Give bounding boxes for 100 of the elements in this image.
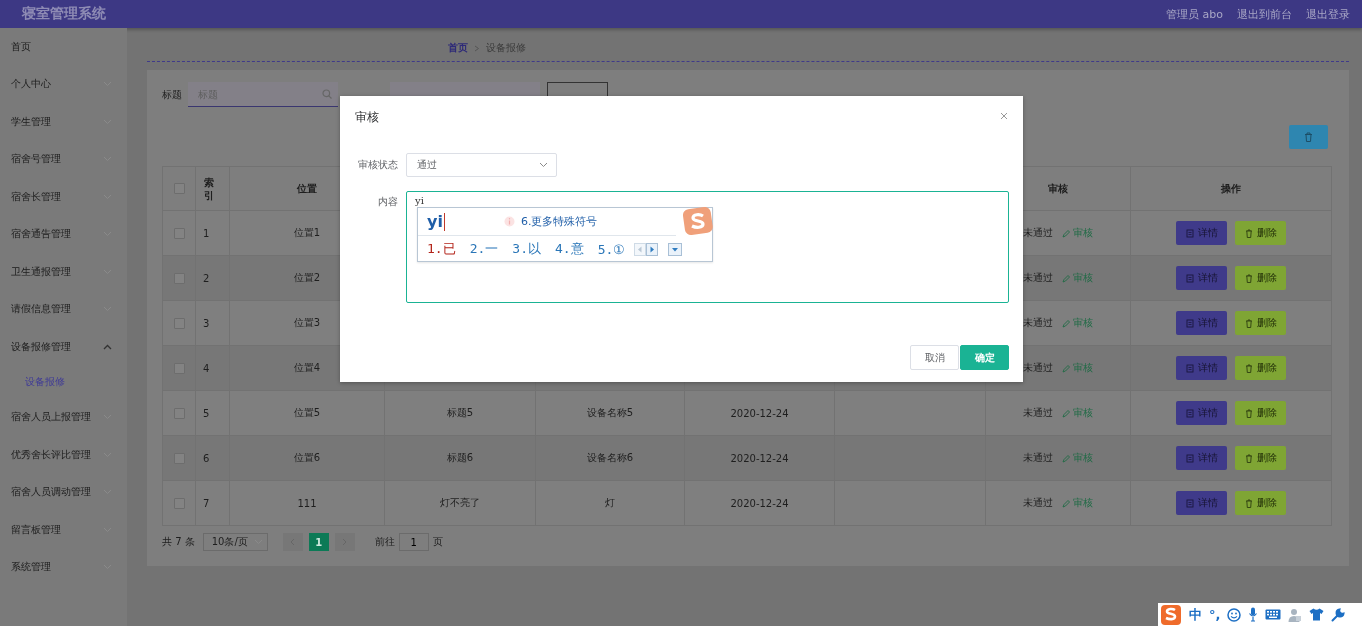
page-button[interactable]: 1 bbox=[308, 533, 329, 551]
document-icon bbox=[1185, 273, 1194, 283]
delete-button[interactable] bbox=[1289, 125, 1328, 149]
table-cell: 设备名称5 bbox=[586, 407, 634, 418]
previous-page-button[interactable] bbox=[282, 533, 303, 551]
sidebar-item[interactable]: 系统管理 bbox=[0, 548, 127, 586]
trash-icon bbox=[1244, 408, 1253, 418]
page-size-select[interactable]: 10条/页 bbox=[202, 533, 268, 551]
table-cell: 3 bbox=[203, 317, 210, 329]
smiley-icon[interactable] bbox=[1227, 607, 1242, 622]
delete-button[interactable]: 删除 bbox=[1235, 446, 1286, 470]
document-icon bbox=[1185, 228, 1194, 238]
next-page-button[interactable] bbox=[334, 533, 355, 551]
sidebar-item[interactable]: 宿舍人员调动管理 bbox=[0, 473, 127, 511]
table-cell: 1 bbox=[203, 227, 210, 239]
document-icon bbox=[1185, 408, 1194, 418]
column-header: 操作 bbox=[1221, 182, 1241, 194]
page-unit: 页 bbox=[432, 535, 443, 549]
trash-icon bbox=[1244, 453, 1253, 463]
delete-button[interactable]: 删除 bbox=[1235, 221, 1286, 245]
table-cell: 2020-12-24 bbox=[730, 407, 789, 419]
user-icon[interactable] bbox=[1288, 607, 1303, 622]
delete-button[interactable]: 删除 bbox=[1235, 356, 1286, 380]
shirt-icon[interactable] bbox=[1309, 608, 1325, 621]
input-mode-toggle[interactable]: 中 bbox=[1189, 605, 1202, 624]
delete-button[interactable]: 删除 bbox=[1235, 401, 1286, 425]
trash-icon bbox=[1244, 228, 1253, 238]
status-text: 未通过 bbox=[1023, 226, 1053, 240]
status-text: 未通过 bbox=[1023, 451, 1053, 465]
table-cell: 2020-12-24 bbox=[730, 452, 789, 464]
breadcrumb-link[interactable]: 首页 bbox=[448, 41, 468, 55]
sidebar-item[interactable]: 首页 bbox=[0, 28, 127, 66]
sidebar-item[interactable]: 优秀舍长评比管理 bbox=[0, 436, 127, 474]
sidebar-item[interactable]: 个人中心 bbox=[0, 65, 127, 103]
trash-icon bbox=[1244, 363, 1253, 373]
table-cell: 位置4 bbox=[293, 362, 321, 373]
field-label: 审核状态 bbox=[357, 158, 398, 172]
hint-text: 6.更多特殊符号 bbox=[520, 214, 598, 229]
dropdown-icon[interactable] bbox=[668, 242, 683, 256]
document-icon bbox=[1185, 498, 1194, 508]
column-header: 索引 bbox=[204, 175, 214, 202]
table-cell: 2 bbox=[203, 272, 210, 284]
delete-button[interactable]: 删除 bbox=[1235, 266, 1286, 290]
sidebar-item[interactable]: 宿舍人员上报管理 bbox=[0, 398, 127, 436]
close-icon[interactable] bbox=[1000, 112, 1008, 120]
edit-icon bbox=[1062, 408, 1070, 418]
page-input[interactable]: 1 bbox=[398, 533, 429, 551]
delete-button[interactable]: 删除 bbox=[1235, 491, 1286, 515]
header-link[interactable]: 退出到前台 bbox=[1237, 6, 1292, 22]
keyboard-icon[interactable] bbox=[1265, 609, 1282, 620]
sidebar-item[interactable]: 留言板管理 bbox=[0, 511, 127, 549]
edit-icon bbox=[1062, 318, 1070, 328]
status-text: 未通过 bbox=[1023, 496, 1053, 510]
edit-icon bbox=[1062, 273, 1070, 283]
table-cell: 5 bbox=[203, 407, 210, 419]
edit-icon bbox=[1062, 228, 1070, 238]
status-text: 未通过 bbox=[1023, 406, 1053, 420]
sidebar-item[interactable]: 宿舍通告管理 bbox=[0, 215, 127, 253]
table-cell: 位置6 bbox=[293, 452, 321, 463]
status-text: 未通过 bbox=[1023, 361, 1053, 375]
table-cell: 灯不亮了 bbox=[440, 497, 480, 508]
sidebar-item[interactable]: 设备报修管理 bbox=[0, 328, 127, 366]
column-header: 审核 bbox=[1048, 182, 1068, 194]
document-icon bbox=[1185, 453, 1194, 463]
sidebar-item[interactable]: 卫生通报管理 bbox=[0, 253, 127, 291]
table-cell: 位置3 bbox=[293, 317, 321, 328]
sidebar-item[interactable]: 学生管理 bbox=[0, 103, 127, 141]
candidate-option[interactable]: 1.已 bbox=[427, 240, 456, 258]
candidate-option[interactable]: 3.以 bbox=[512, 240, 541, 258]
edit-icon bbox=[1062, 498, 1070, 508]
edit-icon bbox=[1062, 363, 1070, 373]
punctuation-toggle[interactable]: °, bbox=[1209, 607, 1221, 622]
column-header: 位置 bbox=[297, 182, 317, 194]
delete-button[interactable]: 删除 bbox=[1235, 311, 1286, 335]
status-select[interactable]: 通过 bbox=[406, 153, 557, 177]
table-cell: 位置5 bbox=[293, 407, 321, 418]
s-logo-icon[interactable] bbox=[1160, 603, 1182, 626]
user-label: 管理员 abo bbox=[1166, 6, 1223, 22]
table-cell: 位置2 bbox=[293, 272, 321, 283]
trash-icon bbox=[1244, 498, 1253, 508]
table-cell: 7 bbox=[203, 497, 210, 509]
table-cell: 灯 bbox=[605, 497, 615, 508]
candidate-option[interactable]: 5.① bbox=[597, 241, 626, 257]
sidebar-item[interactable]: 宿舍长管理 bbox=[0, 178, 127, 216]
candidate-option[interactable]: 2.一 bbox=[469, 240, 499, 258]
candidate-option[interactable]: 4.意 bbox=[554, 240, 584, 258]
sidebar-item[interactable]: 宿舍号管理 bbox=[0, 140, 127, 178]
table-cell: 4 bbox=[203, 362, 210, 374]
header-link[interactable]: 退出登录 bbox=[1306, 6, 1350, 22]
microphone-icon[interactable] bbox=[1248, 607, 1259, 622]
table-cell: 标题5 bbox=[446, 407, 474, 418]
confirm-button[interactable]: 确定 bbox=[960, 345, 1009, 370]
trash-icon bbox=[1244, 273, 1253, 283]
info-icon bbox=[503, 216, 515, 227]
document-icon bbox=[1185, 318, 1194, 328]
cancel-button[interactable]: 取消 bbox=[910, 345, 959, 370]
status-text: 未通过 bbox=[1023, 271, 1053, 285]
table-cell: 111 bbox=[297, 497, 317, 509]
wrench-icon[interactable] bbox=[1331, 607, 1346, 622]
sidebar-item[interactable]: 请假信息管理 bbox=[0, 290, 127, 328]
